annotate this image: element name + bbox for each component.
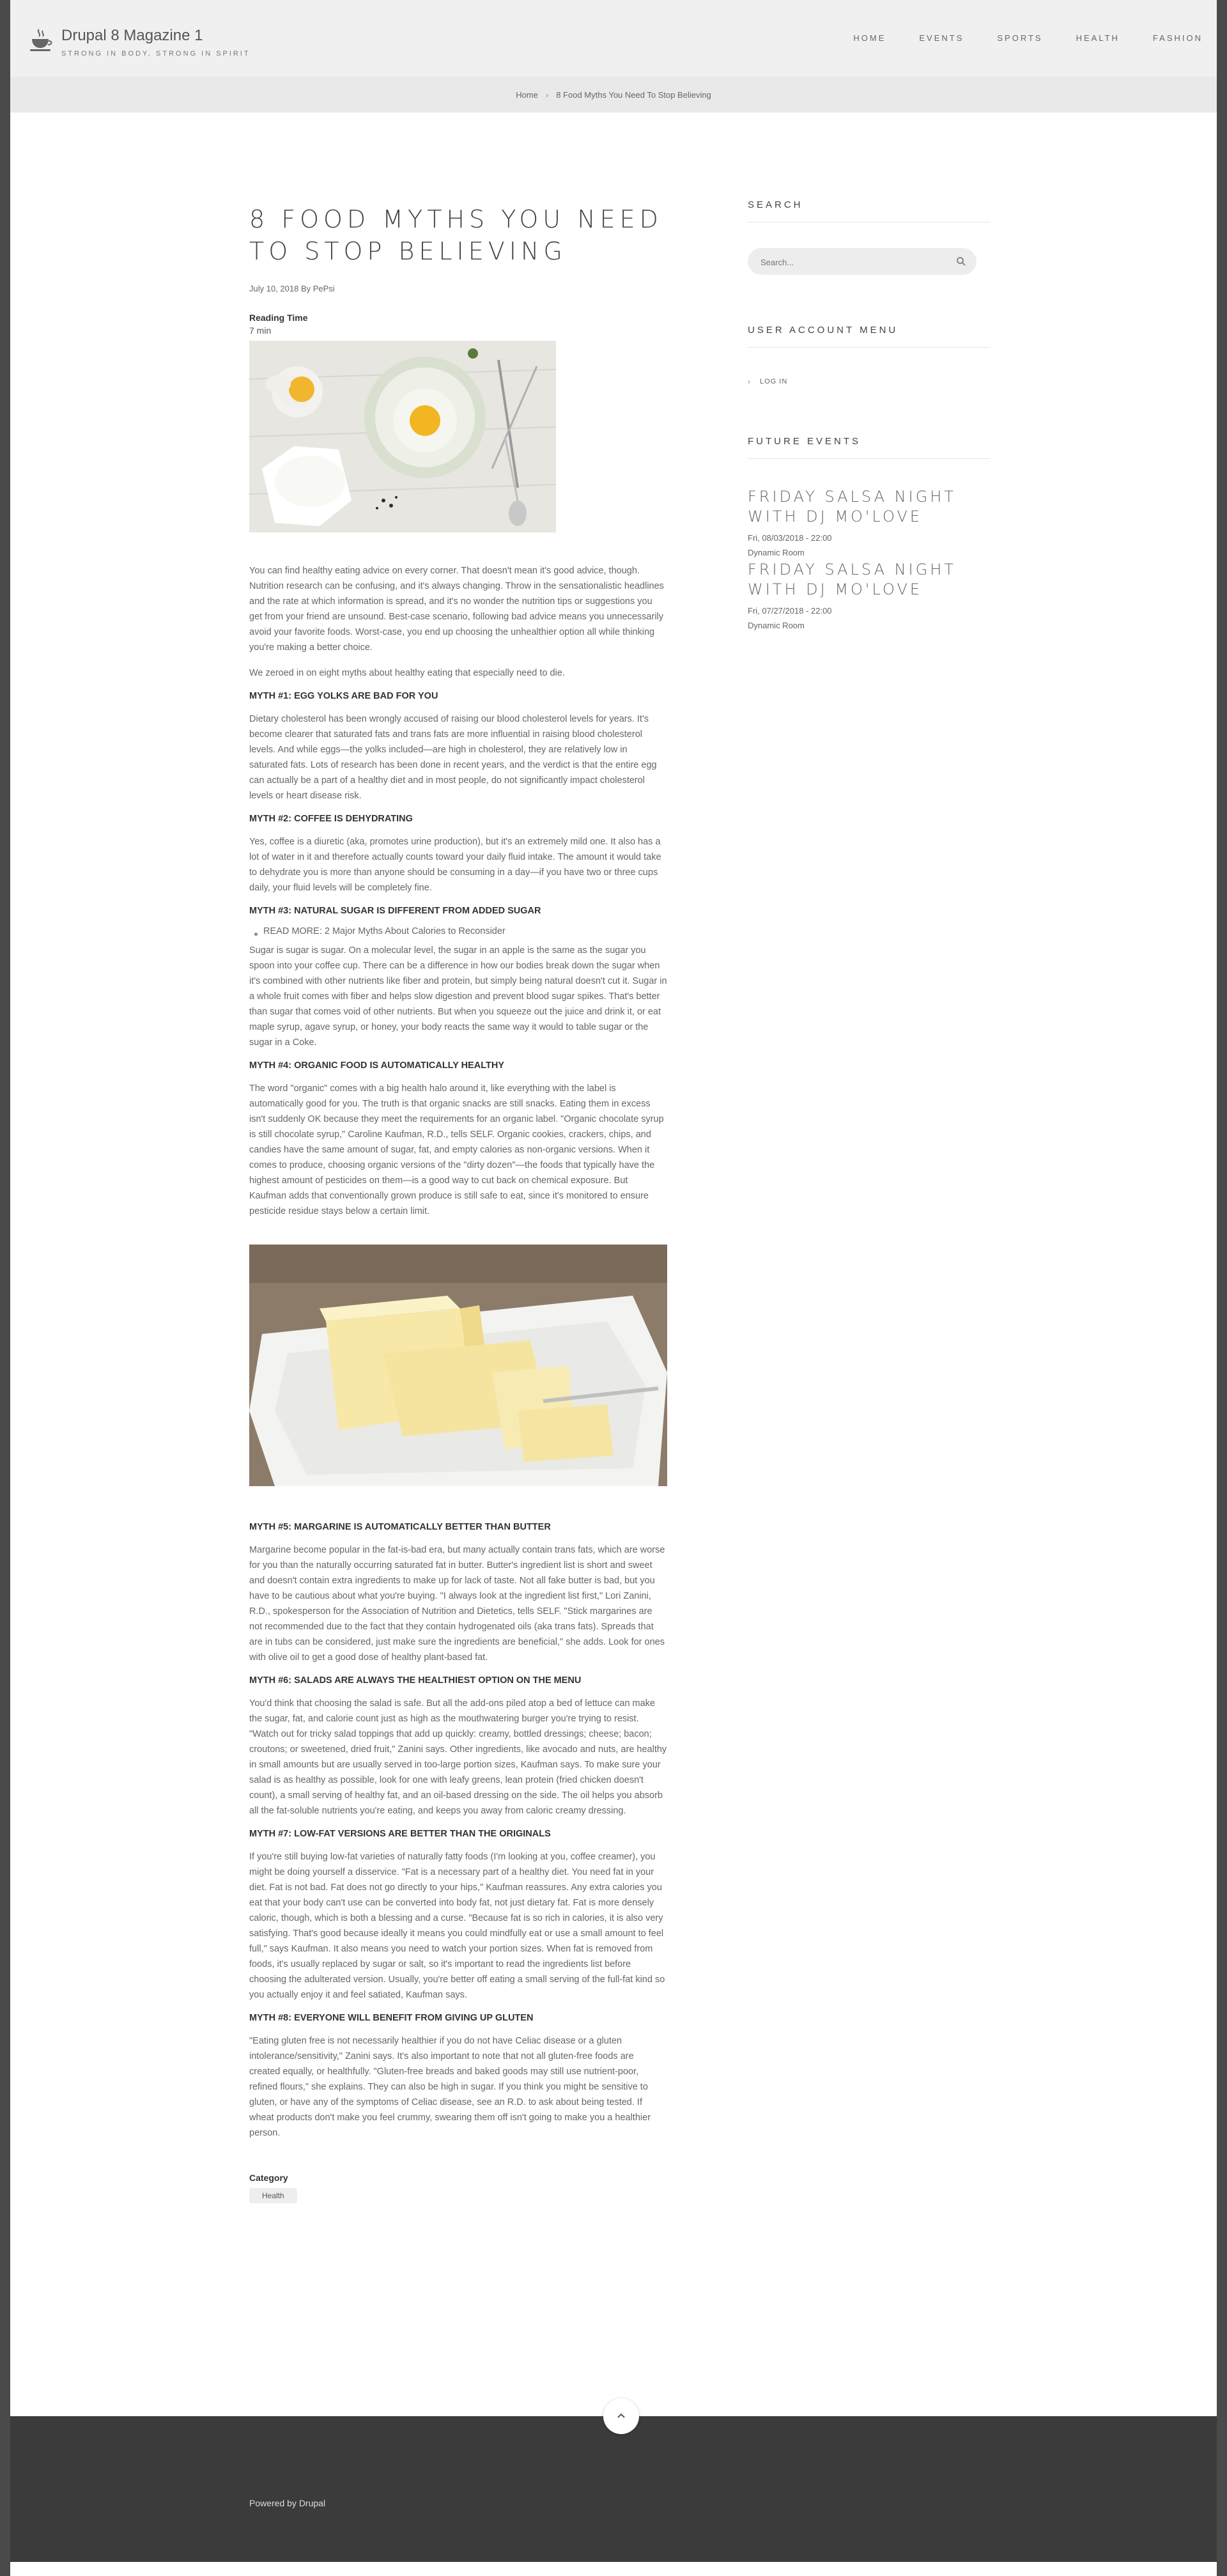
- read-more-link[interactable]: READ MORE: 2 Major Myths About Calories …: [249, 926, 667, 936]
- myth-4-heading: MYTH #4: ORGANIC FOOD IS AUTOMATICALLY H…: [249, 1060, 505, 1071]
- event-title-link[interactable]: FRIDAY SALSA NIGHT WITH DJ MO'LOVE: [748, 487, 991, 527]
- search-input[interactable]: [748, 248, 953, 276]
- breadcrumb-home-link[interactable]: Home: [516, 90, 538, 100]
- intro-paragraph-1: You can find healthy eating advice on ev…: [249, 566, 664, 653]
- event-room: Dynamic Room: [748, 548, 805, 557]
- chevron-up-icon: [617, 2413, 625, 2418]
- search-icon[interactable]: [956, 256, 966, 267]
- sidebar: SEARCH USER ACCOUNT MENU › LOG IN FUTURE…: [748, 199, 991, 630]
- event-date: Fri, 08/03/2018 - 22:00: [748, 533, 832, 543]
- breadcrumb-current: 8 Food Myths You Need To Stop Believing: [556, 89, 711, 100]
- myth-4-text: The word "organic" comes with a big heal…: [249, 1083, 664, 1216]
- myth-1-text: Dietary cholesterol has been wrongly acc…: [249, 714, 657, 801]
- myth-3-text: Sugar is sugar is sugar. On a molecular …: [249, 945, 667, 1048]
- myth-7-text: If you're still buying low-fat varieties…: [249, 1852, 665, 2000]
- nav-item-sports[interactable]: SPORTS: [997, 33, 1042, 43]
- category-label: Category: [249, 2173, 288, 2183]
- nav-item-home[interactable]: HOME: [853, 33, 886, 43]
- login-label: LOG IN: [760, 378, 788, 385]
- myth-6-heading: MYTH #6: SALADS ARE ALWAYS THE HEALTHIES…: [249, 1675, 582, 1686]
- back-to-top-button[interactable]: [603, 2398, 639, 2434]
- myth-2-text: Yes, coffee is a diuretic (aka, promotes…: [249, 837, 661, 893]
- event-title-link[interactable]: FRIDAY SALSA NIGHT WITH DJ MO'LOVE: [748, 560, 991, 600]
- nav-item-health[interactable]: HEALTH: [1076, 33, 1120, 43]
- search-block-title: SEARCH: [748, 199, 991, 222]
- page-frame: Drupal 8 Magazine 1 STRONG IN BODY, STRO…: [10, 0, 1217, 2576]
- butter-image: [249, 1245, 667, 1486]
- coffee-cup-logo-icon[interactable]: [27, 27, 54, 54]
- login-link[interactable]: › LOG IN: [748, 377, 991, 386]
- myth-8-heading: MYTH #8: EVERYONE WILL BENEFIT FROM GIVI…: [249, 2013, 534, 2023]
- search-form: [748, 248, 976, 276]
- site-slogan: STRONG IN BODY, STRONG IN SPIRIT: [61, 50, 251, 58]
- intro-paragraph-2: We zeroed in on eight myths about health…: [249, 668, 565, 678]
- myth-2-heading: MYTH #2: COFFEE IS DEHYDRATING: [249, 814, 413, 824]
- nav-item-fashion[interactable]: FASHION: [1153, 33, 1203, 43]
- event-date: Fri, 07/27/2018 - 22:00: [748, 606, 832, 616]
- site-name-link[interactable]: Drupal 8 Magazine 1: [61, 27, 203, 45]
- future-events-title: FUTURE EVENTS: [748, 436, 991, 459]
- myth-8-text: "Eating gluten free is not necessarily h…: [249, 2036, 651, 2138]
- nav-item-events[interactable]: EVENTS: [919, 33, 964, 43]
- site-header: Drupal 8 Magazine 1 STRONG IN BODY, STRO…: [10, 0, 1217, 77]
- powered-by-link[interactable]: Powered by Drupal: [249, 2498, 325, 2508]
- eggs-image: [249, 341, 556, 532]
- event-item: FRIDAY SALSA NIGHT WITH DJ MO'LOVE Fri, …: [748, 560, 991, 630]
- myth-3-heading: MYTH #3: NATURAL SUGAR IS DIFFERENT FROM…: [249, 906, 541, 916]
- site-footer: Powered by Drupal: [10, 2416, 1217, 2562]
- myth-5-heading: MYTH #5: MARGARINE IS AUTOMATICALLY BETT…: [249, 1522, 551, 1532]
- chevron-right-icon: ›: [748, 377, 751, 386]
- myth-1-heading: MYTH #1: EGG YOLKS ARE BAD FOR YOU: [249, 691, 438, 701]
- main-nav: HOME EVENTS SPORTS HEALTH FASHION: [820, 33, 1203, 43]
- myth-7-heading: MYTH #7: LOW-FAT VERSIONS ARE BETTER THA…: [249, 1829, 551, 1839]
- category-tag-link[interactable]: Health: [249, 2188, 297, 2203]
- page-title: 8 FOOD MYTHS YOU NEED TO STOP BELIEVING: [249, 205, 663, 265]
- myth-6-text: You'd think that choosing the salad is s…: [249, 1698, 667, 1816]
- event-room: Dynamic Room: [748, 621, 805, 630]
- breadcrumb-separator-icon: ›: [545, 89, 549, 100]
- event-item: FRIDAY SALSA NIGHT WITH DJ MO'LOVE Fri, …: [748, 487, 991, 557]
- reading-time-label: Reading Time: [249, 313, 308, 323]
- reading-time-value: 7 min: [249, 325, 272, 336]
- article-meta: July 10, 2018 By PePsi: [249, 284, 335, 293]
- user-account-menu-title: USER ACCOUNT MENU: [748, 325, 991, 348]
- myth-5-text: Margarine become popular in the fat-is-b…: [249, 1545, 665, 1663]
- breadcrumb: Home › 8 Food Myths You Need To Stop Bel…: [10, 77, 1217, 113]
- article: 8 FOOD MYTHS YOU NEED TO STOP BELIEVING …: [249, 203, 667, 2203]
